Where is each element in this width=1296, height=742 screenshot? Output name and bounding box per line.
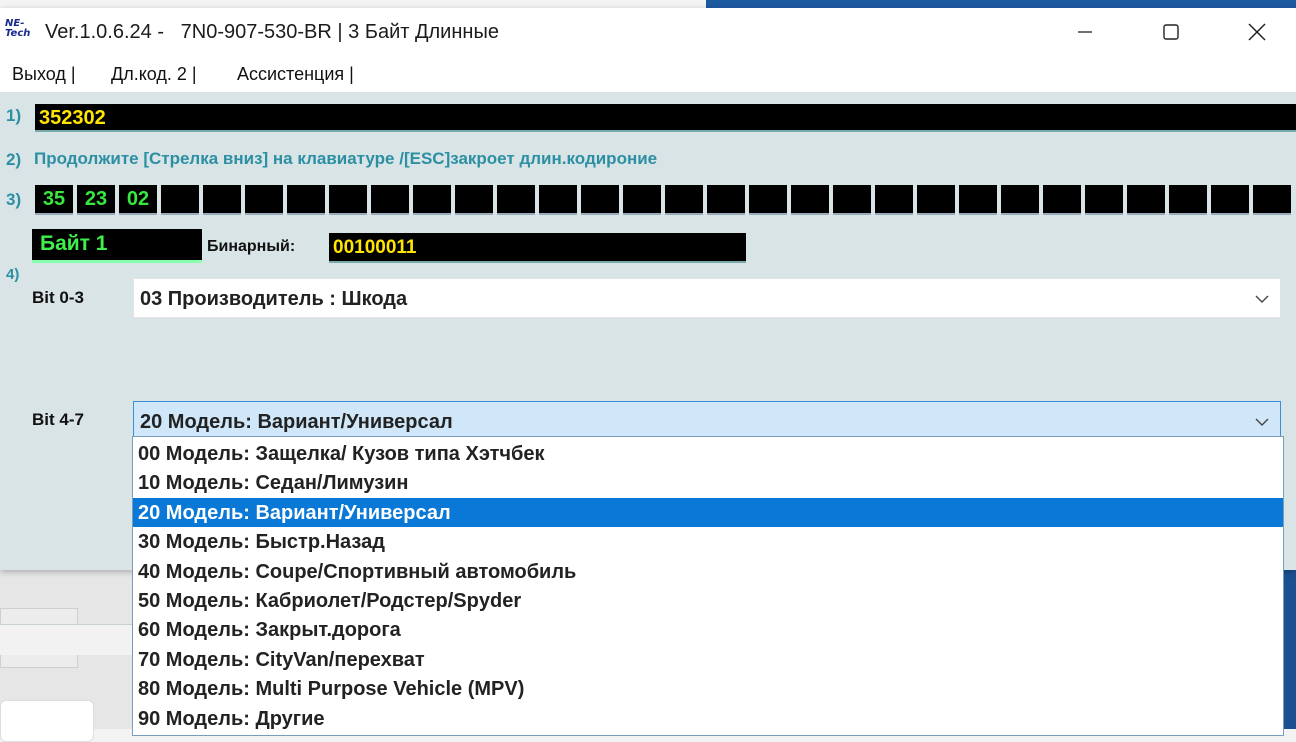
dropdown-option[interactable]: 70 Модель: CityVan/перехват [133, 645, 1283, 674]
step-1-label: 1) [6, 106, 22, 125]
chevron-down-icon [1255, 295, 1269, 303]
byte-cell[interactable] [455, 185, 493, 215]
dropdown-option[interactable]: 50 Модель: Кабриолет/Родстер/Spyder [133, 586, 1283, 615]
byte-cell[interactable] [497, 185, 535, 215]
binary-field: 00100011 [329, 233, 746, 263]
byte-cell[interactable] [833, 185, 871, 215]
byte-cell[interactable] [371, 185, 409, 215]
byte-cell[interactable] [161, 185, 199, 215]
chevron-down-icon [1255, 418, 1269, 426]
byte-cell[interactable] [1253, 185, 1291, 215]
byte-cell[interactable] [539, 185, 577, 215]
byte-cell[interactable] [245, 185, 283, 215]
minimize-icon [1078, 31, 1092, 33]
dropdown-option[interactable]: 30 Модель: Быстр.Назад [133, 527, 1283, 556]
bit-4-7-label: Bit 4-7 [32, 410, 84, 429]
byte-cell[interactable] [791, 185, 829, 215]
byte-cell[interactable] [623, 185, 661, 215]
step-4-label: 4) [6, 266, 20, 283]
byte-cell[interactable]: 35 [35, 185, 73, 215]
dropdown-option[interactable]: 40 Модель: Coupe/Спортивный автомобиль [133, 557, 1283, 586]
byte-cell[interactable] [581, 185, 619, 215]
menu-item-assist[interactable]: Ассистенция | [237, 64, 354, 85]
background-window-strip [706, 0, 1296, 8]
byte-cell[interactable] [707, 185, 745, 215]
logo-line2: Tech [5, 28, 31, 39]
bit-4-7-dropdown-list: 00 Модель: Защелка/ Кузов типа Хэтчбек 10… [132, 436, 1284, 736]
bit-0-3-select[interactable]: 03 Производитель : Шкода [133, 278, 1281, 318]
byte-cell[interactable] [959, 185, 997, 215]
byte-cell[interactable] [1169, 185, 1207, 215]
byte-cell[interactable] [1127, 185, 1165, 215]
byte-cell[interactable] [917, 185, 955, 215]
byte-cell[interactable] [1211, 185, 1249, 215]
maximize-button[interactable] [1128, 8, 1214, 56]
byte-cells: 35 23 02 [35, 185, 1296, 215]
byte-cell[interactable]: 02 [119, 185, 157, 215]
dropdown-option[interactable]: 20 Модель: Вариант/Универсал [133, 497, 1283, 527]
byte-label: Байт 1 [32, 229, 202, 263]
byte-cell[interactable] [287, 185, 325, 215]
byte-cell[interactable] [329, 185, 367, 215]
bit-4-7-value: 20 Модель: Вариант/Универсал [140, 411, 453, 433]
byte-cell[interactable] [413, 185, 451, 215]
byte-cell[interactable] [1043, 185, 1081, 215]
byte-cell[interactable]: 23 [77, 185, 115, 215]
close-button[interactable] [1214, 8, 1296, 56]
background-box [0, 700, 94, 742]
status-strip [0, 624, 134, 655]
app-logo-icon: NE- Tech [5, 19, 35, 45]
step-3-label: 3) [6, 190, 22, 209]
byte-cell[interactable] [203, 185, 241, 215]
hint-text: Продолжите [Стрелка вниз] на клавиатуре … [34, 149, 658, 168]
dropdown-option[interactable]: 90 Модель: Другие [133, 704, 1283, 733]
byte-cell[interactable] [1001, 185, 1039, 215]
byte-cell[interactable] [665, 185, 703, 215]
binary-label: Бинарный: [207, 238, 296, 255]
menu-item-long-code[interactable]: Дл.код. 2 | [111, 64, 197, 85]
minimize-button[interactable] [1042, 8, 1128, 56]
byte-cell[interactable] [1085, 185, 1123, 215]
bit-0-3-label: Bit 0-3 [32, 288, 84, 307]
dropdown-option[interactable]: 00 Модель: Защелка/ Кузов типа Хэтчбек [133, 439, 1283, 468]
menu-bar: Выход | Дл.код. 2 | Ассистенция | [0, 56, 1296, 92]
byte-cell[interactable] [749, 185, 787, 215]
maximize-icon [1163, 24, 1179, 40]
byte-cell[interactable] [875, 185, 913, 215]
bit-0-3-value: 03 Производитель : Шкода [140, 288, 408, 310]
title-bar[interactable]: NE- Tech Ver.1.0.6.24 - 7N0-907-530-BR |… [0, 8, 1296, 56]
dropdown-option[interactable]: 60 Модель: Закрыт.дорога [133, 615, 1283, 644]
dropdown-option[interactable]: 80 Модель: Multi Purpose Vehicle (MPV) [133, 674, 1283, 703]
dropdown-option[interactable]: 10 Модель: Седан/Лимузин [133, 468, 1283, 497]
code-field[interactable]: 352302 [35, 104, 1296, 132]
window-title: Ver.1.0.6.24 - 7N0-907-530-BR | 3 Байт Д… [45, 21, 499, 43]
menu-item-exit[interactable]: Выход | [12, 64, 76, 85]
step-2-label: 2) [6, 150, 22, 169]
close-icon [1248, 23, 1266, 41]
